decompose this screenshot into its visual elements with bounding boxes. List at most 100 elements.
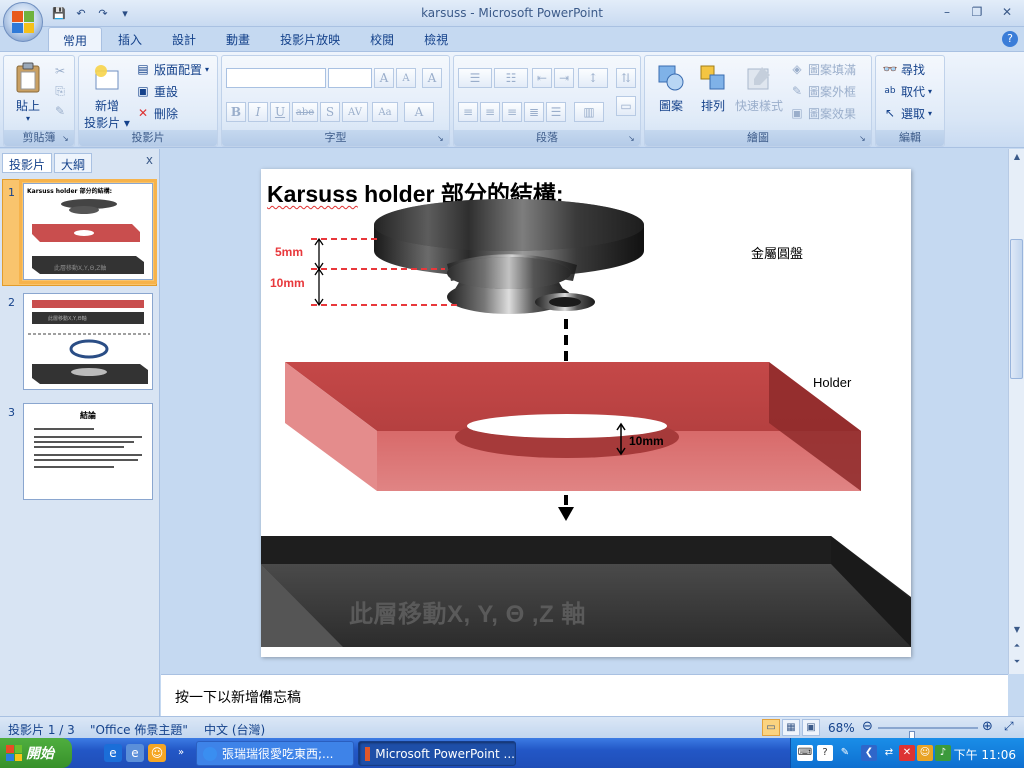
numbering-icon[interactable]: ☷	[494, 68, 528, 88]
start-button[interactable]: 開始	[0, 738, 72, 768]
reset-button[interactable]: ▣ 重設	[135, 82, 178, 100]
tab-slides-pane[interactable]: 投影片	[2, 153, 53, 173]
taskbar-item-powerpoint[interactable]: Microsoft PowerPoint ...	[358, 741, 516, 766]
clear-format-button[interactable]: A	[422, 68, 442, 88]
slideshow-view-icon[interactable]: ▣	[802, 719, 820, 736]
tab-animations[interactable]: 動畫	[212, 27, 264, 51]
scroll-up-icon[interactable]: ▲	[1010, 149, 1024, 165]
dialog-launcher-icon[interactable]: ↘	[628, 134, 638, 144]
align-text-icon[interactable]: ▭	[616, 96, 636, 116]
slide-canvas[interactable]: Karsuss holder 部分的結構: 金屬圓盤 Holder 5mm 10…	[261, 169, 911, 657]
security-icon[interactable]: ✕	[899, 745, 915, 761]
office-button[interactable]	[3, 2, 43, 42]
bold-button[interactable]: B	[226, 102, 246, 122]
notes-pane[interactable]: 按一下以新增備忘稿	[161, 674, 1008, 716]
underline-button[interactable]: U	[270, 102, 290, 122]
tab-outline-pane[interactable]: 大綱	[54, 153, 93, 173]
dialog-launcher-icon[interactable]: ↘	[859, 134, 869, 144]
zoom-slider[interactable]	[878, 727, 978, 744]
char-spacing-button[interactable]: AV	[342, 102, 368, 122]
tab-home[interactable]: 常用	[48, 27, 103, 51]
justify-icon[interactable]: ≣	[524, 102, 544, 122]
metal-disc-graphic[interactable]	[374, 199, 644, 314]
label-hole-depth[interactable]: 10mm	[629, 434, 664, 448]
select-button[interactable]: ↖ 選取 ▾	[882, 104, 932, 122]
bullets-icon[interactable]: ☰	[458, 68, 492, 88]
keyboard-icon[interactable]: ⌨	[797, 745, 813, 761]
line-spacing-icon[interactable]: ↕	[578, 68, 608, 88]
network-icon[interactable]: ⇄	[881, 745, 897, 761]
columns-icon[interactable]: ▥	[574, 102, 604, 122]
label-axis-motion[interactable]: 此層移動X, Y, Θ ,Z 軸	[349, 594, 586, 629]
quick-launch-expand-icon[interactable]: »	[172, 744, 190, 762]
arrange-button[interactable]: 排列	[693, 62, 733, 114]
tab-review[interactable]: 校閱	[356, 27, 408, 51]
copy-button[interactable]: ⎘	[52, 82, 68, 100]
paste-button[interactable]: 貼上 ▾	[8, 62, 48, 123]
help-icon[interactable]: ?	[1002, 31, 1018, 47]
font-color-button[interactable]: A	[404, 102, 434, 122]
close-icon[interactable]: x	[146, 153, 153, 167]
quick-styles-button[interactable]: 快速樣式	[733, 62, 785, 114]
slide-thumbnail-2[interactable]: 此層移動X,Y,Θ軸	[23, 293, 153, 390]
label-metal-disc[interactable]: 金屬圓盤	[751, 243, 803, 262]
align-left-icon[interactable]: ≡	[458, 102, 478, 122]
scroll-thumb[interactable]	[1010, 239, 1023, 379]
ie-icon[interactable]: e	[104, 744, 122, 762]
format-painter-button[interactable]: ✎	[52, 102, 68, 120]
tab-insert[interactable]: 插入	[104, 27, 156, 51]
tab-design[interactable]: 設計	[158, 27, 210, 51]
shape-fill-button[interactable]: ◈ 圖案填滿	[789, 60, 856, 78]
zoom-out-icon[interactable]: ⊖	[862, 719, 873, 734]
font-name-combo[interactable]	[226, 68, 326, 88]
status-theme[interactable]: "Office 佈景主題"	[90, 721, 188, 738]
layout-button[interactable]: ▤ 版面配置 ▾	[135, 60, 209, 78]
dialog-launcher-icon[interactable]: ↘	[62, 134, 72, 144]
shadow-button[interactable]: S	[320, 102, 340, 122]
holder-plate-graphic[interactable]	[285, 362, 861, 491]
tab-view[interactable]: 檢視	[410, 27, 462, 51]
slide-sorter-icon[interactable]: ▦	[782, 719, 800, 736]
decrease-indent-icon[interactable]: ⇤	[532, 68, 552, 88]
slide-thumbnail-3[interactable]: 結論	[23, 403, 153, 500]
tab-slideshow[interactable]: 投影片放映	[266, 27, 354, 51]
clock[interactable]: 下午 11:06	[954, 746, 1016, 763]
label-holder[interactable]: Holder	[813, 375, 851, 390]
text-direction-icon[interactable]: ⇅	[616, 68, 636, 88]
shape-outline-button[interactable]: ✎ 圖案外框	[789, 82, 856, 100]
volume-icon[interactable]: ♪	[935, 745, 951, 761]
shape-effects-button[interactable]: ▣ 圖案效果	[789, 104, 856, 122]
change-case-button[interactable]: Aa	[372, 102, 398, 122]
help-icon[interactable]: ?	[817, 745, 833, 761]
new-slide-button[interactable]: 新增 投影片 ▾	[83, 62, 131, 131]
scroll-down-icon[interactable]: ▼	[1010, 622, 1024, 638]
fit-to-window-icon[interactable]: ⤢	[1004, 719, 1014, 734]
close-button[interactable]: ✕	[996, 3, 1018, 21]
label-5mm[interactable]: 5mm	[275, 245, 303, 259]
grow-font-button[interactable]: A	[374, 68, 394, 88]
minimize-button[interactable]: –	[936, 3, 958, 21]
distribute-icon[interactable]: ☰	[546, 102, 566, 122]
increase-indent-icon[interactable]: ⇥	[554, 68, 574, 88]
taskbar-item-browser[interactable]: 張瑞瑞很愛吃東西;...	[196, 741, 354, 766]
chevron-left-icon[interactable]: ❮	[861, 745, 877, 761]
next-slide-icon[interactable]: ⏷	[1010, 654, 1024, 670]
label-10mm[interactable]: 10mm	[270, 276, 305, 290]
cut-button[interactable]: ✂	[52, 62, 68, 80]
delete-slide-button[interactable]: ✕ 刪除	[135, 104, 178, 122]
replace-button[interactable]: ab 取代 ▾	[882, 82, 932, 100]
shrink-font-button[interactable]: A	[396, 68, 416, 88]
previous-slide-icon[interactable]: ⏶	[1010, 638, 1024, 654]
vertical-scrollbar[interactable]: ▲ ▼ ⏶ ⏷	[1008, 149, 1024, 674]
slide-editor[interactable]: Karsuss holder 部分的結構: 金屬圓盤 Holder 5mm 10…	[161, 149, 1008, 674]
normal-view-icon[interactable]: ▭	[762, 719, 780, 736]
slide-thumbnail-1[interactable]: Karsuss holder 部分的結構: 此層移動X,Y,Θ,Z軸	[19, 179, 157, 284]
italic-button[interactable]: I	[248, 102, 268, 122]
shapes-button[interactable]: 圖案	[649, 62, 693, 114]
align-center-icon[interactable]: ≡	[480, 102, 500, 122]
dialog-launcher-icon[interactable]: ↘	[437, 134, 447, 144]
stage-platform-graphic[interactable]	[261, 536, 911, 647]
messenger-icon[interactable]: ☺	[148, 744, 166, 762]
zoom-in-icon[interactable]: ⊕	[982, 719, 993, 734]
messenger-icon[interactable]: ☺	[917, 745, 933, 761]
